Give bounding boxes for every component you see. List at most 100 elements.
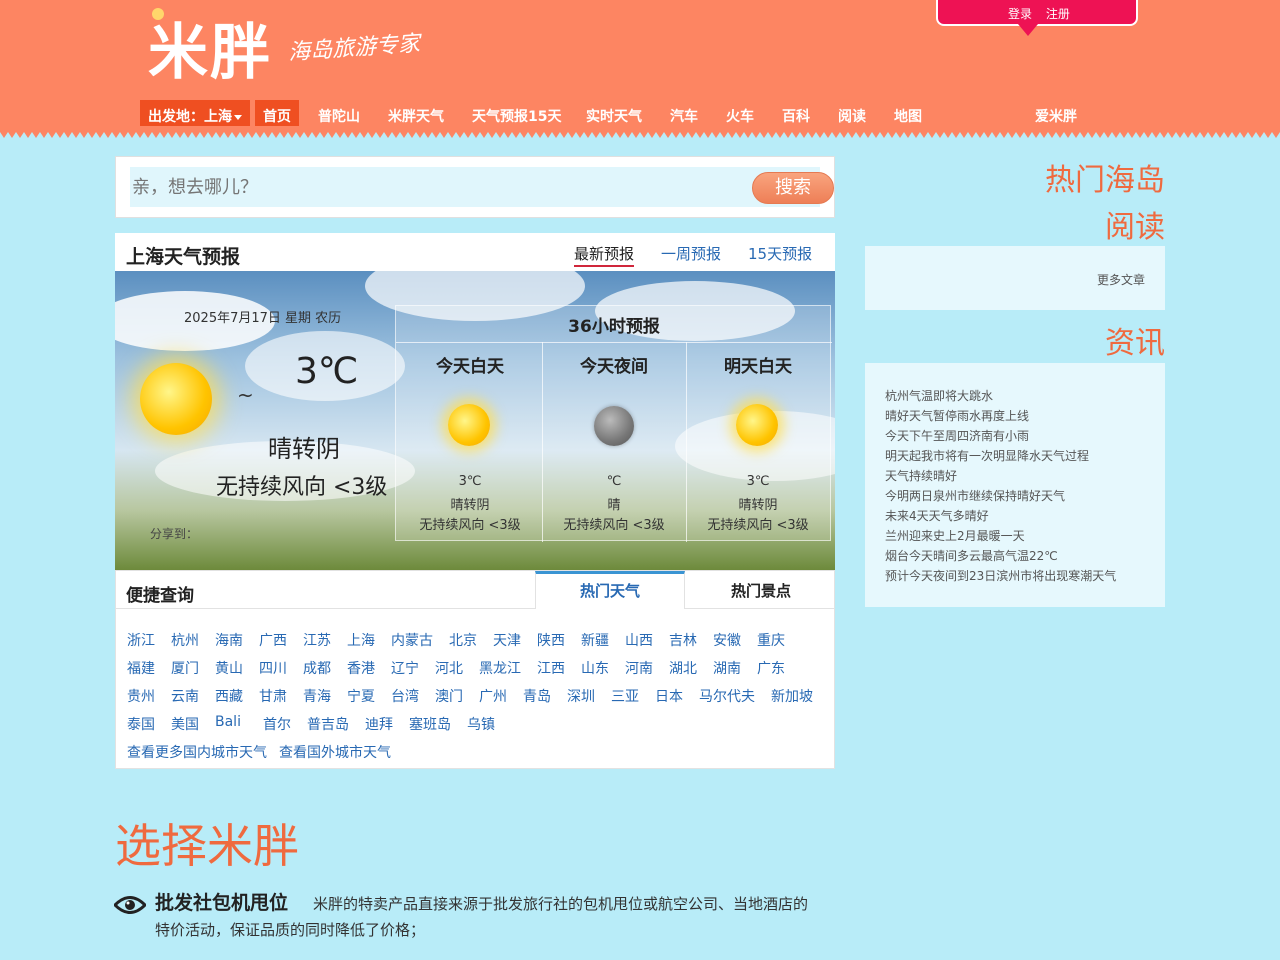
site-logo[interactable]: 米胖 [148,4,272,91]
city-link[interactable]: 福建 [127,658,155,678]
city-link[interactable]: 四川 [259,658,287,678]
city-link[interactable]: 河北 [435,658,463,678]
city-link[interactable]: 马尔代夫 [699,686,755,706]
city-link[interactable]: 新疆 [581,630,609,650]
tab-week-forecast[interactable]: 一周预报 [661,243,721,264]
forecast-36h-panel: 36小时预报 今天白天 3℃ 晴转阴 无持续风向 <3级 今天夜间 ℃ 晴 无持… [395,305,832,542]
search-input[interactable] [130,167,730,207]
login-link[interactable]: 登录 [1008,7,1032,21]
city-link[interactable]: 成都 [303,658,331,678]
more-articles-link[interactable]: 更多文章 [1097,271,1145,288]
sun-icon [736,404,778,446]
city-link[interactable]: 青岛 [523,686,551,706]
reading-title: 阅读 [1105,210,1165,245]
city-link[interactable]: 美国 [171,714,199,734]
city-link[interactable]: 江西 [537,658,565,678]
city-link[interactable]: 海南 [215,630,243,650]
temp-range-separator: ~ [237,383,254,407]
weather-forecast-card: 上海天气预报 最新预报 一周预报 15天预报 2025年7月17日 星期 农历 … [115,233,835,570]
weather-date: 2025年7月17日 星期 农历 [184,311,342,326]
forecast-wind: 无持续风向 <3级 [563,518,665,533]
city-link[interactable]: 深圳 [567,686,595,706]
city-link[interactable]: 宁夏 [347,686,375,706]
more-cities-link[interactable]: 查看更多国内城市天气 [127,742,267,762]
city-link[interactable]: 首尔 [263,714,291,734]
city-link[interactable]: 河南 [625,658,653,678]
tab-hot-attractions[interactable]: 热门景点 [686,571,836,609]
more-cities-link[interactable]: 查看国外城市天气 [279,742,391,762]
city-link[interactable]: 乌镇 [467,714,495,734]
share-label: 分享到： [150,527,199,541]
register-link[interactable]: 注册 [1046,7,1070,21]
city-link[interactable]: 贵州 [127,686,155,706]
city-link[interactable]: 辽宁 [391,658,419,678]
city-link[interactable]: 青海 [303,686,331,706]
city-link[interactable]: 湖南 [713,658,741,678]
tab-latest-forecast[interactable]: 最新预报 [574,243,635,267]
city-link[interactable]: 山东 [581,658,609,678]
news-item[interactable]: 兰州迎来史上2月最暖一天 [885,527,1025,544]
weather-card-title: 上海天气预报 [126,246,241,268]
tab-hot-weather[interactable]: 热门天气 [535,571,685,609]
forecast-temp: 3℃ [746,474,770,489]
city-link[interactable]: Bali [215,714,241,730]
city-link[interactable]: 黑龙江 [479,658,521,678]
tab-15day-forecast[interactable]: 15天预报 [748,243,812,264]
forecast-col-title: 明天白天 [724,357,792,377]
city-link[interactable]: 浙江 [127,630,155,650]
city-link[interactable]: 北京 [449,630,477,650]
city-link[interactable]: 云南 [171,686,199,706]
city-link[interactable]: 澳门 [435,686,463,706]
news-item[interactable]: 杭州气温即将大跳水 [885,387,993,404]
city-link[interactable]: 吉林 [669,630,697,650]
current-wind: 无持续风向 <3级 [216,475,388,500]
city-link[interactable]: 普吉岛 [307,714,349,734]
city-link[interactable]: 湖北 [669,658,697,678]
news-item[interactable]: 未来4天天气多晴好 [885,507,989,524]
city-link[interactable]: 台湾 [391,686,419,706]
city-link[interactable]: 日本 [655,686,683,706]
forecast-wind: 无持续风向 <3级 [419,518,521,533]
news-item[interactable]: 天气持续晴好 [885,467,957,484]
city-link[interactable]: 陕西 [537,630,565,650]
news-item[interactable]: 今天下午至周四济南有小雨 [885,427,1029,444]
forecast-col-tomorrow-day: 明天白天 3℃ 晴转阴 无持续风向 <3级 [686,342,830,542]
city-link[interactable]: 厦门 [171,658,199,678]
city-link[interactable]: 新加坡 [771,686,813,706]
city-link[interactable]: 甘肃 [259,686,287,706]
city-link[interactable]: 天津 [493,630,521,650]
city-link[interactable]: 内蒙古 [391,630,433,650]
city-link[interactable]: 黄山 [215,658,243,678]
city-link[interactable]: 重庆 [757,630,785,650]
city-link[interactable]: 江苏 [303,630,331,650]
city-link[interactable]: 香港 [347,658,375,678]
news-item[interactable]: 预计今天夜间到23日滨州市将出现寒潮天气 [885,567,1116,584]
news-item[interactable]: 明天起我市将有一次明显降水天气过程 [885,447,1089,464]
search-button[interactable]: 搜索 [752,172,834,204]
weather-card-header: 上海天气预报 最新预报 一周预报 15天预报 [115,233,835,271]
city-link[interactable]: 杭州 [171,630,199,650]
news-item[interactable]: 晴好天气暂停雨水再度上线 [885,407,1029,424]
forecast-temp: 3℃ [458,474,482,489]
news-item[interactable]: 烟台今天晴间多云最高气温22℃ [885,547,1058,564]
city-link[interactable]: 三亚 [611,686,639,706]
city-link[interactable]: 塞班岛 [409,714,451,734]
feature-description: 米胖的特卖产品直接来源于批发旅行社的包机甩位或航空公司、当地酒店的特价活动，保证… [155,895,809,939]
news-item[interactable]: 今明两日泉州市继续保持晴好天气 [885,487,1065,504]
city-link[interactable]: 上海 [347,630,375,650]
city-link[interactable]: 西藏 [215,686,243,706]
city-link[interactable]: 广西 [259,630,287,650]
login-panel-tip [1018,24,1038,36]
weather-scene: 2025年7月17日 星期 农历 ~ 3℃ 晴转阴 无持续风向 <3级 分享到：… [115,271,835,570]
city-link[interactable]: 安徽 [713,630,741,650]
choose-section-title: 选择米胖 [115,819,299,873]
sun-icon [140,363,212,435]
forecast-36h-title: 36小时预报 [568,317,660,337]
city-link[interactable]: 泰国 [127,714,155,734]
city-link[interactable]: 迪拜 [365,714,393,734]
city-link[interactable]: 广东 [757,658,785,678]
login-links: 登录 注册 [1008,5,1080,22]
city-link[interactable]: 山西 [625,630,653,650]
city-link[interactable]: 广州 [479,686,507,706]
forecast-condition: 晴转阴 [738,498,778,513]
